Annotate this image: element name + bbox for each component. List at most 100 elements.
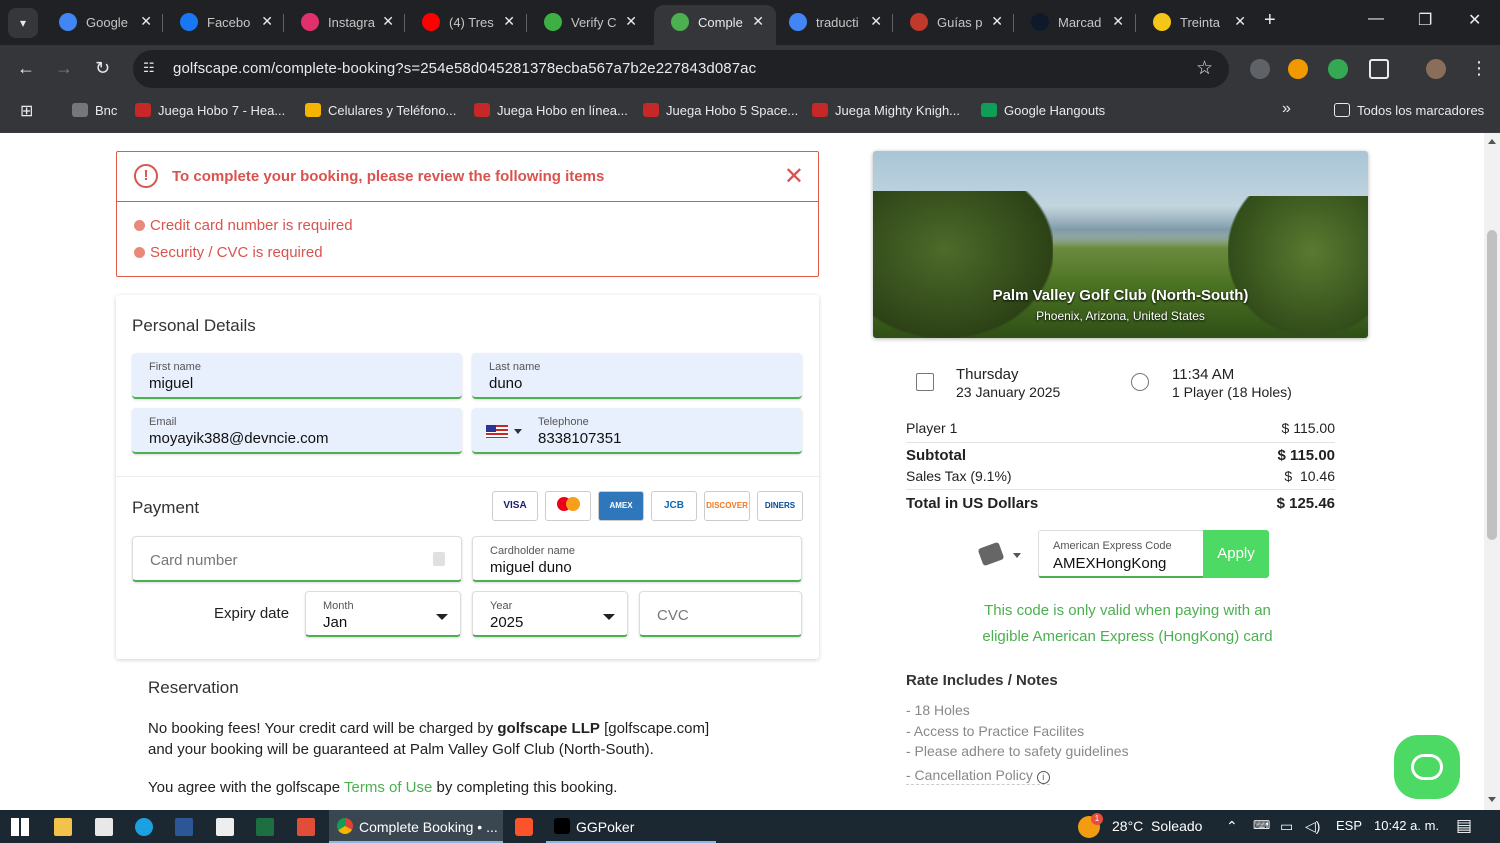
minimize-button[interactable]: — — [1368, 10, 1384, 28]
back-button[interactable]: ← — [17, 58, 35, 79]
notifications-icon[interactable]: ▤ — [1456, 816, 1472, 836]
extension-icon[interactable] — [1250, 59, 1270, 79]
extensions-puzzle-icon[interactable] — [1369, 59, 1389, 79]
terms-of-use-link[interactable]: Terms of Use — [344, 779, 432, 796]
bookmark-item[interactable]: Juega Hobo 5 Space... — [643, 103, 798, 118]
expiry-year-select[interactable]: Year 2025 — [472, 591, 628, 637]
bookmark-item[interactable]: Juega Hobo en línea... — [474, 103, 628, 118]
close-icon[interactable]: ✕ — [784, 162, 804, 191]
tab-5[interactable]: Verify C ✕ — [527, 5, 649, 40]
info-icon[interactable]: i — [1036, 771, 1050, 784]
taskbar-ggpoker-app[interactable]: GGPoker — [546, 810, 716, 843]
card-number-placeholder[interactable]: Card number — [150, 552, 238, 569]
excel-icon[interactable] — [256, 818, 274, 836]
scroll-thumb[interactable] — [1487, 230, 1497, 540]
cvc-placeholder[interactable]: CVC — [657, 607, 689, 624]
extension-icon[interactable] — [1288, 59, 1308, 79]
close-window-button[interactable]: ✕ — [1468, 10, 1481, 30]
taskbar-chrome-app[interactable]: Complete Booking • ... — [329, 810, 503, 843]
tab-8[interactable]: Guías p ✕ — [893, 5, 1015, 40]
tab-close-icon[interactable]: ✕ — [261, 13, 273, 30]
forward-button[interactable]: → — [55, 58, 73, 79]
edge-icon[interactable] — [135, 818, 153, 836]
apply-button[interactable]: Apply — [1203, 530, 1269, 578]
network-icon[interactable]: ▭ — [1280, 818, 1293, 835]
tab-search-button[interactable]: ▾ — [8, 8, 38, 38]
mail-icon[interactable] — [95, 818, 113, 836]
tab-1[interactable]: Google ✕ — [42, 5, 164, 40]
show-hidden-icons[interactable]: ⌃ — [1226, 818, 1238, 835]
tab-2[interactable]: Facebo ✕ — [163, 5, 285, 40]
apps-grid-icon[interactable]: ⊞ — [20, 101, 33, 121]
telephone-value[interactable]: 8338107351 — [538, 430, 621, 447]
cvc-field[interactable]: CVC — [639, 591, 802, 637]
address-bar[interactable]: ☷ golfscape.com/complete-booking?s=254e5… — [133, 50, 1229, 88]
month-value[interactable]: Jan — [323, 614, 347, 631]
cardholder-field[interactable]: Cardholder name miguel duno — [472, 536, 802, 582]
tab-close-icon[interactable]: ✕ — [991, 13, 1003, 30]
brave-icon[interactable] — [515, 818, 533, 836]
tab-6[interactable]: Comple ✕ — [654, 5, 776, 45]
new-tab-button[interactable]: + — [1264, 9, 1276, 32]
telephone-field[interactable]: Telephone 8338107351 — [472, 408, 802, 454]
scroll-up-arrow[interactable] — [1488, 139, 1496, 144]
last-name-field[interactable]: Last name duno — [472, 353, 802, 399]
tab-close-icon[interactable]: ✕ — [1112, 13, 1124, 30]
chevron-down-icon[interactable] — [1013, 553, 1021, 558]
first-name-field[interactable]: First name miguel — [132, 353, 462, 399]
bookmarks-more-button[interactable]: » — [1282, 100, 1291, 118]
tab-9[interactable]: Marcad ✕ — [1014, 5, 1136, 40]
us-flag-icon[interactable] — [486, 425, 508, 438]
profile-avatar[interactable] — [1426, 59, 1446, 79]
cardholder-value[interactable]: miguel duno — [490, 559, 572, 576]
language-indicator[interactable]: ESP — [1336, 818, 1362, 833]
app-icon[interactable] — [297, 818, 315, 836]
restore-button[interactable]: ❐ — [1418, 10, 1432, 30]
bookmark-item[interactable]: Google Hangouts — [981, 103, 1105, 118]
email-value[interactable]: moyayik388@devncie.com — [149, 430, 328, 447]
tab-close-icon[interactable]: ✕ — [1234, 13, 1246, 30]
cancellation-policy-link[interactable]: - Cancellation Policy i — [906, 767, 1050, 785]
ime-icon[interactable]: ⌨ — [1253, 818, 1270, 832]
chat-widget-button[interactable] — [1394, 735, 1460, 799]
tag-icon[interactable] — [977, 541, 1005, 567]
page-scrollbar[interactable] — [1484, 133, 1500, 810]
tab-4[interactable]: (4) Tres ✕ — [405, 5, 527, 40]
year-value[interactable]: 2025 — [490, 614, 523, 631]
word-icon[interactable] — [175, 818, 193, 836]
weather-text[interactable]: 28°C Soleado — [1112, 818, 1202, 834]
all-bookmarks-folder[interactable]: Todos los marcadores — [1334, 103, 1484, 118]
bookmark-item[interactable]: Juega Mighty Knigh... — [812, 103, 960, 118]
windows-start-icon[interactable] — [11, 818, 29, 836]
promo-code-value[interactable]: AMEXHongKong — [1053, 555, 1166, 572]
country-dropdown-icon[interactable] — [514, 429, 522, 434]
card-number-field[interactable]: Card number — [132, 536, 462, 582]
tab-close-icon[interactable]: ✕ — [752, 13, 764, 30]
tab-close-icon[interactable]: ✕ — [140, 13, 152, 30]
tab-close-icon[interactable]: ✕ — [870, 13, 882, 30]
tab-10[interactable]: Treinta ✕ — [1136, 5, 1258, 40]
tab-close-icon[interactable]: ✕ — [625, 13, 637, 30]
scroll-down-arrow[interactable] — [1488, 797, 1496, 802]
reload-button[interactable]: ↻ — [95, 58, 110, 79]
first-name-value[interactable]: miguel — [149, 375, 193, 392]
bookmark-star-icon[interactable]: ☆ — [1196, 57, 1213, 80]
promo-code-field[interactable]: American Express Code AMEXHongKong — [1038, 530, 1204, 578]
tab-close-icon[interactable]: ✕ — [503, 13, 515, 30]
tab-close-icon[interactable]: ✕ — [382, 13, 394, 30]
menu-kebab-icon[interactable]: ⋮ — [1470, 58, 1488, 79]
volume-icon[interactable]: ◁) — [1305, 818, 1320, 835]
system-clock[interactable]: 10:42 a. m. — [1374, 818, 1439, 833]
bookmark-item[interactable]: Bnc — [72, 103, 117, 118]
url-text[interactable]: golfscape.com/complete-booking?s=254e58d… — [173, 60, 756, 77]
bookmark-item[interactable]: Celulares y Teléfono... — [305, 103, 456, 118]
tab-7[interactable]: traducti ✕ — [772, 5, 894, 40]
extension-icon[interactable] — [1328, 59, 1348, 79]
expiry-month-select[interactable]: Month Jan — [305, 591, 461, 637]
site-info-icon[interactable]: ☷ — [143, 60, 160, 77]
file-explorer-icon[interactable] — [54, 818, 72, 836]
store-icon[interactable] — [216, 818, 234, 836]
tab-3[interactable]: Instagra ✕ — [284, 5, 406, 40]
last-name-value[interactable]: duno — [489, 375, 522, 392]
bookmark-item[interactable]: Juega Hobo 7 - Hea... — [135, 103, 285, 118]
